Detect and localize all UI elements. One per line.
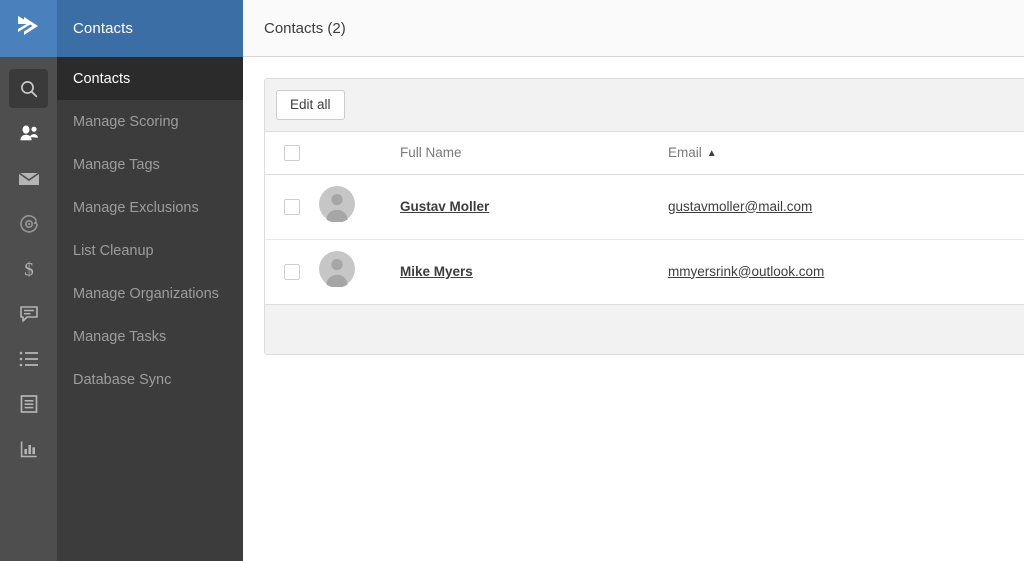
main-header: Contacts (2) [243,0,1024,57]
contacts-panel: Edit all Full Name [264,78,1024,355]
search-icon [9,69,48,108]
app-logo[interactable] [0,0,57,57]
sidebar: Contacts Contacts Manage Scoring Manage … [57,0,243,561]
rail-item-reports[interactable] [0,426,57,471]
sidebar-item-label: Manage Tasks [73,329,166,345]
app-root: $ [0,0,1024,561]
pages-icon [9,384,48,423]
row-select-cell [265,239,319,304]
rail-item-lists[interactable] [0,336,57,381]
icon-rail: $ [0,0,57,561]
avatar [319,251,383,292]
sidebar-item-label: Contacts [73,71,130,87]
contacts-icon [9,114,48,153]
table-row[interactable]: Gustav Moller gustavmoller@mail.com [265,174,1024,239]
sidebar-item-label: List Cleanup [73,243,154,259]
column-header-full-name-label: Full Name [400,145,462,160]
rail-icon-list: $ [0,57,57,471]
avatar-header [319,132,383,174]
row-name-cell: Mike Myers [383,239,668,304]
dollar-icon: $ [9,249,48,288]
sidebar-item-label: Manage Scoring [73,114,179,130]
automations-icon [9,204,48,243]
table-row[interactable]: Mike Myers mmyersrink@outlook.com [265,239,1024,304]
rail-item-campaigns[interactable] [0,156,57,201]
contact-email-link[interactable]: mmyersrink@outlook.com [668,264,824,279]
svg-text:$: $ [24,259,34,280]
sidebar-item-contacts[interactable]: Contacts [57,57,243,100]
sidebar-item-manage-tasks[interactable]: Manage Tasks [57,315,243,358]
rail-item-conversations[interactable] [0,291,57,336]
row-avatar-cell [319,239,383,304]
table-head: Full Name Email ▲ [265,132,1024,174]
sidebar-item-label: Manage Tags [73,157,160,173]
row-email-cell: gustavmoller@mail.com [668,174,1024,239]
rail-item-pages[interactable] [0,381,57,426]
sort-ascending-icon: ▲ [707,148,717,159]
edit-all-button[interactable]: Edit all [276,90,345,121]
list-icon [9,339,48,378]
column-header-email-label: Email [668,145,702,160]
sidebar-item-database-sync[interactable]: Database Sync [57,358,243,401]
avatar [319,186,383,227]
contact-name-link[interactable]: Mike Myers [400,264,473,279]
sidebar-item-label: Manage Organizations [73,286,219,302]
table-body: Gustav Moller gustavmoller@mail.com [265,174,1024,304]
table-header-row: Full Name Email ▲ [265,132,1024,174]
contact-email-link[interactable]: gustavmoller@mail.com [668,199,812,214]
row-email-cell: mmyersrink@outlook.com [668,239,1024,304]
sidebar-header: Contacts [57,0,243,57]
conversations-icon [9,294,48,333]
select-all-header [265,132,319,174]
select-all-checkbox[interactable] [284,145,300,161]
rail-item-automations[interactable] [0,201,57,246]
sidebar-item-list-cleanup[interactable]: List Cleanup [57,229,243,272]
sidebar-item-manage-scoring[interactable]: Manage Scoring [57,100,243,143]
chevron-right-logo-icon [14,13,44,44]
panel-footer [265,304,1024,354]
panel-toolbar: Edit all [265,79,1024,132]
page-title: Contacts (2) [264,20,346,37]
rail-item-deals[interactable]: $ [0,246,57,291]
sidebar-title: Contacts [73,20,133,37]
row-select-cell [265,174,319,239]
contacts-table: Full Name Email ▲ [265,132,1024,304]
rail-item-search[interactable] [0,66,57,111]
sidebar-item-manage-exclusions[interactable]: Manage Exclusions [57,186,243,229]
sidebar-item-manage-organizations[interactable]: Manage Organizations [57,272,243,315]
reports-bar-chart-icon [9,429,48,468]
sidebar-item-label: Database Sync [73,372,171,388]
row-checkbox[interactable] [284,199,300,215]
contact-name-link[interactable]: Gustav Moller [400,199,489,214]
sidebar-item-manage-tags[interactable]: Manage Tags [57,143,243,186]
row-checkbox[interactable] [284,264,300,280]
sidebar-item-label: Manage Exclusions [73,200,199,216]
column-header-full-name[interactable]: Full Name [383,132,668,174]
column-header-email[interactable]: Email ▲ [668,132,1024,174]
main-content: Contacts (2) Edit all Full N [243,0,1024,561]
row-avatar-cell [319,174,383,239]
envelope-icon [9,159,48,198]
row-name-cell: Gustav Moller [383,174,668,239]
rail-item-contacts[interactable] [0,111,57,156]
